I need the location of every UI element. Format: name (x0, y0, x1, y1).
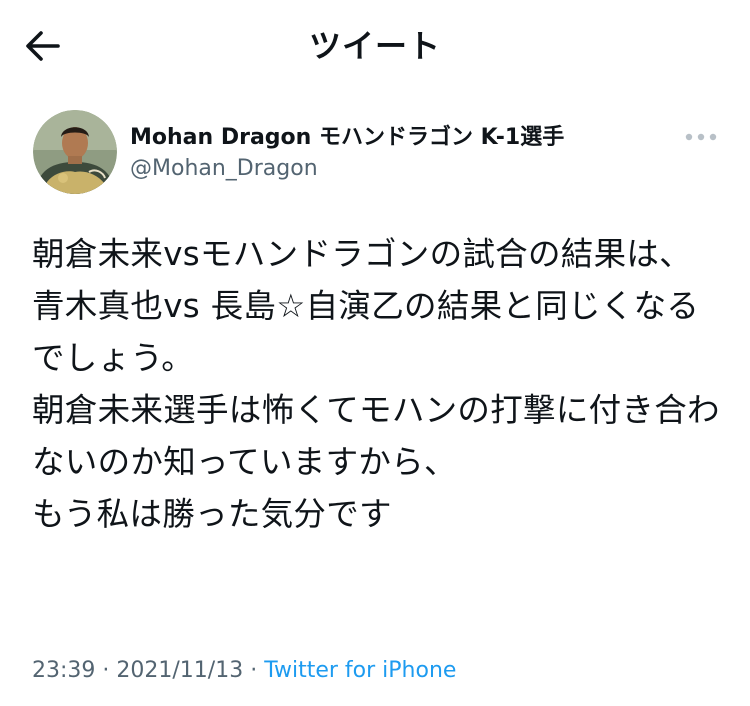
ellipsis-icon (685, 133, 717, 141)
avatar[interactable] (33, 110, 117, 194)
author-handle[interactable]: @Mohan_Dragon (130, 155, 318, 183)
tweet-meta: 23:39 · 2021/11/13 · Twitter for iPhone (32, 656, 456, 686)
tweet-source-link[interactable]: Twitter for iPhone (264, 658, 456, 683)
profile-photo (33, 110, 117, 194)
more-options-button[interactable] (680, 122, 724, 152)
meta-separator: · (95, 658, 117, 683)
tweet-text: 朝倉未来vsモハンドラゴンの試合の結果は、 青木真也vs 長島☆自演乙の結果と同… (32, 235, 720, 533)
tweet-time: 23:39 (32, 658, 96, 683)
top-bar: ツイート (0, 0, 750, 96)
author-display-name[interactable]: Mohan Dragon モハンドラゴン K-1選手 (130, 124, 564, 152)
tweet-date: 2021/11/13 (116, 658, 244, 683)
page-title: ツイート (308, 27, 441, 65)
meta-separator: · (243, 658, 265, 683)
